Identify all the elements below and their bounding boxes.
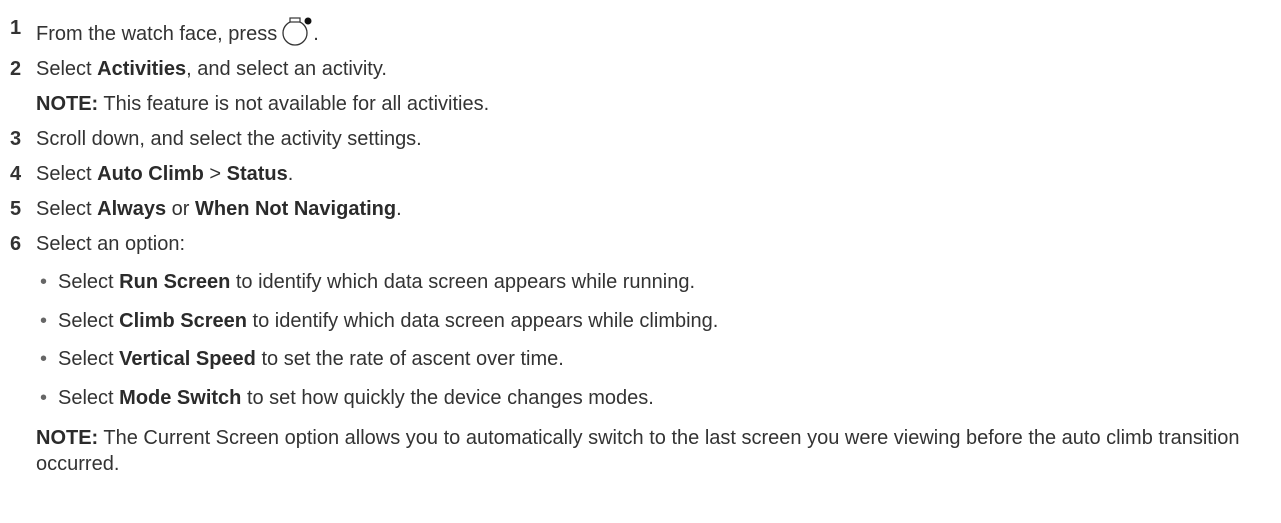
note-text: NOTE: This feature is not available for …	[36, 93, 490, 115]
watch-button-icon	[281, 16, 313, 52]
bullet-text: Select Climb Screen to identify which da…	[58, 310, 719, 332]
step-text: Select Activities, and select an activit…	[36, 58, 387, 80]
bullet-text: Select Run Screen to identify which data…	[58, 271, 696, 293]
step-text: Select Auto Climb > Status.	[36, 163, 294, 185]
step-text: Scroll down, and select the activity set…	[36, 128, 422, 150]
step-number: 6	[10, 233, 22, 255]
step-number: 4	[10, 163, 22, 185]
final-note: NOTE: The Current Screen option allows y…	[36, 427, 1240, 475]
step-text: Select an option:	[36, 233, 185, 255]
step-number: 3	[10, 128, 22, 150]
step-text: Select Always or When Not Navigating.	[36, 198, 402, 220]
bullet-marker: •	[40, 271, 48, 293]
bullet-marker: •	[40, 348, 48, 370]
bullet-marker: •	[40, 387, 48, 409]
bullet-marker: •	[40, 310, 48, 332]
instructions-document: 1 From the watch face, press. 2 Select A…	[0, 0, 1281, 523]
bullet-text: Select Mode Switch to set how quickly th…	[58, 387, 654, 409]
step-number: 2	[10, 58, 22, 80]
step-number: 5	[10, 198, 22, 220]
step-number: 1	[10, 17, 22, 39]
bullet-text: Select Vertical Speed to set the rate of…	[58, 348, 564, 370]
step-text: From the watch face, press.	[36, 16, 319, 52]
